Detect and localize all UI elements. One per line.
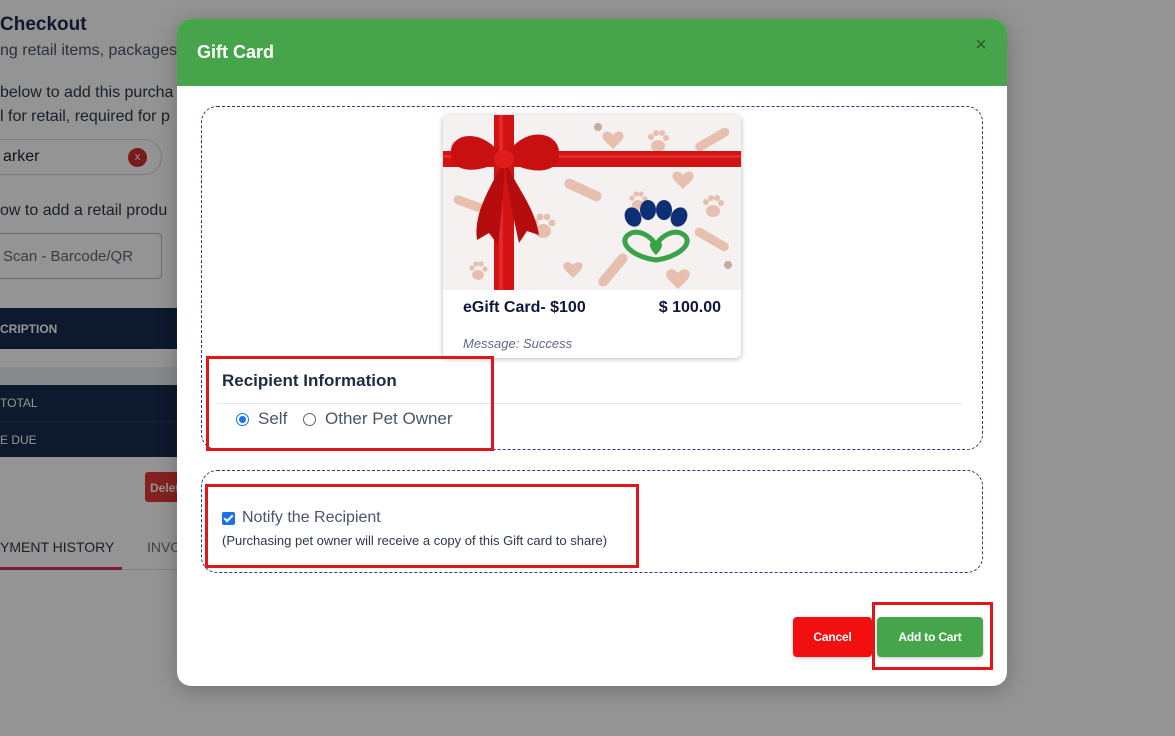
gift-card-modal: Gift Card × eGift Card- $100 $ 100.00 Me… <box>177 19 1007 686</box>
gift-card-name: eGift Card- $100 <box>463 299 586 316</box>
gift-card-message: Message: Success <box>463 336 572 351</box>
highlight-notify-recipient <box>205 484 639 568</box>
cancel-button[interactable]: Cancel <box>793 617 872 657</box>
highlight-recipient-info <box>206 356 494 451</box>
gift-card-preview: eGift Card- $100 $ 100.00 Message: Succe… <box>443 115 741 358</box>
gift-card-price: $ 100.00 <box>658 299 721 316</box>
close-icon[interactable]: × <box>970 34 992 56</box>
message-value: Success <box>523 336 573 351</box>
message-label: Message: <box>463 336 520 351</box>
modal-title: Gift Card <box>197 42 275 62</box>
modal-header: Gift Card × <box>177 19 1007 86</box>
gift-card-image <box>443 115 741 290</box>
highlight-add-to-cart <box>872 602 993 670</box>
